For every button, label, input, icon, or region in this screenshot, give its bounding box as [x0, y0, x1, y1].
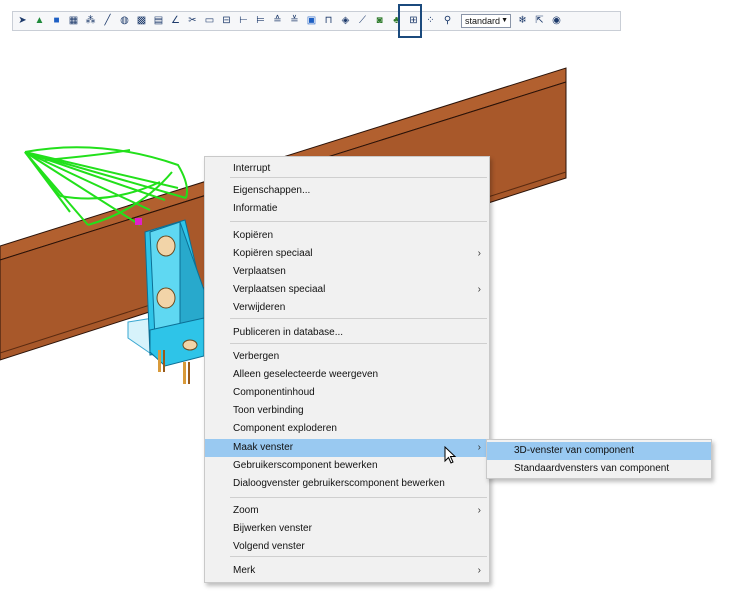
menu-separator — [230, 343, 487, 344]
menu-item-label: Informatie — [233, 203, 278, 214]
menu-item[interactable]: Merk › — [205, 562, 489, 580]
menu-item-label: Verplaatsen — [233, 266, 286, 277]
menu-item-label: Verbergen — [233, 351, 280, 362]
menu-item[interactable]: Toon verbinding — [205, 402, 489, 420]
menu-item-label: Volgend venster — [233, 541, 305, 552]
menu-item-label: Interrupt — [233, 163, 271, 174]
menu-item-label: Verwijderen — [233, 302, 286, 313]
mouse-cursor-icon — [444, 446, 457, 464]
menu-item[interactable]: Componentinhoud — [205, 384, 489, 402]
menu-item[interactable]: Kopiëren — [205, 227, 489, 245]
view-mode-select[interactable]: standard ▼ — [461, 14, 511, 28]
component-icon[interactable]: ▣ — [304, 14, 319, 29]
submenu-item[interactable]: 3D-venster van component — [487, 442, 711, 460]
menu-item[interactable]: Verplaatsen speciaal › — [205, 281, 489, 299]
split-icon[interactable]: ⊟ — [219, 14, 234, 29]
menu-item[interactable]: Verplaatsen — [205, 263, 489, 281]
menu-item[interactable]: Verwijderen — [205, 299, 489, 317]
box-icon[interactable]: ▭ — [202, 14, 217, 29]
menu-item[interactable]: Eigenschappen... — [205, 182, 489, 200]
chevron-right-icon: › — [477, 505, 481, 516]
menu-item-label: Dialoogvenster gebruikerscomponent bewer… — [233, 478, 445, 489]
submenu-maak-venster: 3D-venster van component Standaardvenster… — [486, 439, 712, 479]
main-toolbar: ➤ ▲ ■ ▦ ⁂ ╱ ◍ ▩ ▤ ∠ ✂ ▭ ⊟ ⊢ ⊨ ≙ ≚ ▣ ⊓ ◈ ⟋ ◙ ♣ ⊞ ⁘ ⚲ standard ▼ ❄ ⇱ ◉ — [12, 11, 621, 31]
menu-item[interactable]: Volgend venster — [205, 538, 489, 556]
align-icon[interactable]: ⊢ — [236, 14, 251, 29]
context-menu: Interrupt Eigenschappen... Informatie Kopië… — [204, 156, 490, 583]
menu-item-label: Bijwerken venster — [233, 523, 312, 534]
menu-item[interactable]: Kopiëren speciaal › — [205, 245, 489, 263]
menu-item[interactable]: Verbergen — [205, 348, 489, 366]
line-icon[interactable]: ╱ — [100, 14, 115, 29]
frame-icon[interactable]: ⊓ — [321, 14, 336, 29]
blue-square-icon[interactable]: ■ — [49, 14, 64, 29]
tilt-icon[interactable]: ⟋ — [355, 14, 370, 29]
menu-item-label: Gebruikerscomponent bewerken — [233, 460, 378, 471]
group-icon[interactable]: ⁘ — [423, 14, 438, 29]
angle-icon[interactable]: ∠ — [168, 14, 183, 29]
snowflake-icon[interactable]: ❄ — [515, 14, 530, 29]
menu-item-label: Component exploderen — [233, 423, 337, 434]
menu-item-label: Zoom — [233, 505, 259, 516]
chevron-down-icon: ▼ — [501, 17, 508, 24]
search-icon[interactable]: ⚲ — [440, 14, 455, 29]
view-component-icon[interactable]: ◙ — [372, 14, 387, 29]
menu-item-label: Eigenschappen... — [233, 185, 311, 196]
eye-icon[interactable]: ◉ — [549, 14, 564, 29]
menu-item[interactable]: Alleen geselecteerde weergeven — [205, 366, 489, 384]
pointer-icon[interactable]: ➤ — [15, 14, 30, 29]
dimension-alt-icon[interactable]: ≚ — [287, 14, 302, 29]
chevron-right-icon: › — [477, 565, 481, 576]
grid-icon[interactable]: ▩ — [134, 14, 149, 29]
menu-item[interactable]: Zoom › — [205, 502, 489, 520]
menu-item-label: Toon verbinding — [233, 405, 304, 416]
dimension-icon[interactable]: ≙ — [270, 14, 285, 29]
selection-handle[interactable] — [135, 218, 142, 225]
menu-separator — [230, 221, 487, 222]
measure-icon[interactable]: ⊨ — [253, 14, 268, 29]
grid-pattern-icon[interactable]: ▦ — [66, 14, 81, 29]
menu-item-label: Kopiëren speciaal — [233, 248, 313, 259]
layers-icon[interactable]: ◈ — [338, 14, 353, 29]
view-mode-select-value: standard — [465, 16, 501, 26]
menu-separator — [230, 556, 487, 557]
menu-item-label: Maak venster — [233, 442, 294, 453]
menu-item[interactable]: Bijwerken venster — [205, 520, 489, 538]
menu-item[interactable]: Publiceren in database... — [205, 324, 489, 342]
menu-item[interactable]: Dialoogvenster gebruikerscomponent bewer… — [205, 475, 489, 493]
cursor-select-icon[interactable]: ⇱ — [532, 14, 547, 29]
menu-separator — [230, 497, 487, 498]
chevron-right-icon: › — [477, 284, 481, 295]
chevron-right-icon: › — [477, 248, 481, 259]
menu-item-label: Componentinhoud — [233, 387, 315, 398]
chevron-right-icon: › — [477, 442, 481, 453]
menu-separator — [230, 318, 487, 319]
menu-item[interactable]: Interrupt — [205, 160, 489, 178]
submenu-item[interactable]: Standaardvensters van component — [487, 460, 711, 478]
menu-item-label: Alleen geselecteerde weergeven — [233, 369, 379, 380]
active-tool-highlight — [398, 4, 422, 38]
menu-item[interactable]: Informatie — [205, 200, 489, 218]
menu-item[interactable]: Component exploderen — [205, 420, 489, 438]
menu-item-label: Kopiëren — [233, 230, 274, 241]
green-triangle-icon[interactable]: ▲ — [32, 14, 47, 29]
dashed-grid-icon[interactable]: ▤ — [151, 14, 166, 29]
menu-item-label: Verplaatsen speciaal — [233, 284, 326, 295]
menu-item-label: Publiceren in database... — [233, 327, 344, 338]
scissors-icon[interactable]: ✂ — [185, 14, 200, 29]
sphere-icon[interactable]: ◍ — [117, 14, 132, 29]
menu-item-label: Merk — [233, 565, 256, 576]
dots-icon[interactable]: ⁂ — [83, 14, 98, 29]
